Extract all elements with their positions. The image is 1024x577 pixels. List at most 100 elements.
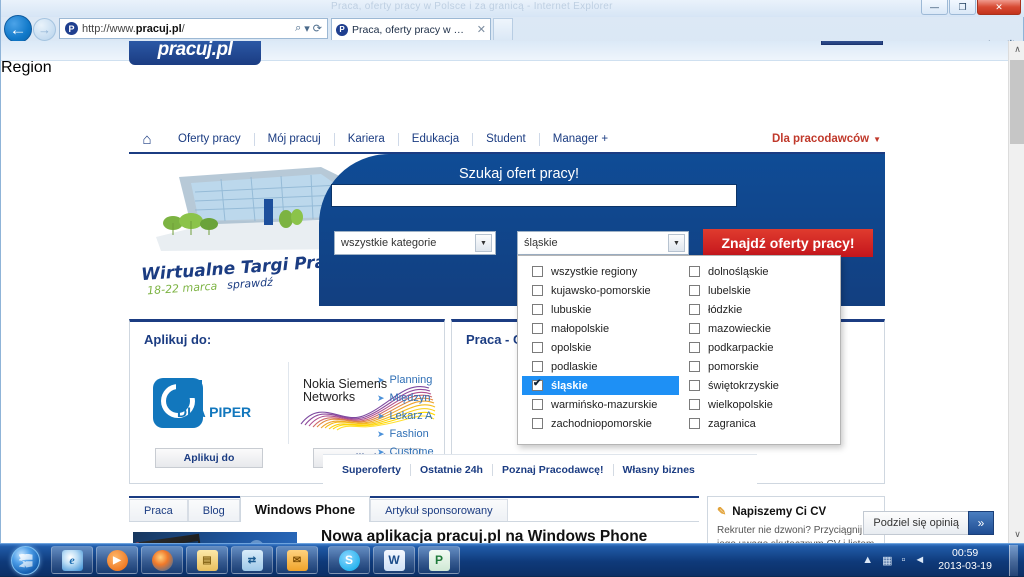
checkbox[interactable] [689, 399, 700, 410]
feedback-label[interactable]: Podziel się opinią [863, 511, 968, 535]
checkbox[interactable] [532, 323, 543, 334]
category-select[interactable]: wszystkie kategorie ▼ [334, 231, 496, 255]
feedback-expand-button[interactable]: » [968, 511, 994, 535]
employer-logo-dla-piper[interactable]: DLA PIPER [130, 358, 288, 448]
checkbox[interactable] [532, 342, 543, 353]
region-option-lubuskie[interactable]: lubuskie [522, 300, 679, 319]
link-wlasny-biznes[interactable]: Własny biznes [613, 464, 704, 476]
tab-artykul-sponsorowany[interactable]: Artykuł sponsorowany [370, 499, 508, 521]
nav-item-edukacja[interactable]: Edukacja [398, 133, 472, 146]
find-jobs-button[interactable]: Znajdź oferty pracy! [703, 229, 873, 257]
search-input[interactable] [331, 184, 737, 207]
refresh-icon[interactable]: ⟳ [313, 22, 322, 35]
checkbox[interactable] [532, 361, 543, 372]
taskbar-tool-window[interactable]: ⇄ [231, 546, 273, 574]
link-ostatnie-24h[interactable]: Ostatnie 24h [410, 464, 492, 476]
new-tab-button[interactable] [493, 18, 513, 40]
chevron-down-icon[interactable]: ▼ [475, 234, 492, 252]
show-desktop-button[interactable] [1009, 545, 1018, 576]
checkbox[interactable] [532, 285, 543, 296]
region-option-lodzkie[interactable]: łódzkie [679, 300, 836, 319]
nav-item-oferty-pracy[interactable]: Oferty pracy [165, 133, 254, 146]
checkbox[interactable] [689, 418, 700, 429]
region-option-wszystkie-regiony[interactable]: wszystkie regiony [522, 262, 679, 281]
apply-button-dla-piper[interactable]: Aplikuj do [155, 448, 263, 468]
scrollbar-thumb[interactable] [1010, 60, 1024, 144]
region-dropdown[interactable]: wszystkie regiony kujawsko-pomorskie lub… [517, 255, 841, 445]
maximize-button[interactable]: ❐ [949, 0, 976, 15]
checkbox[interactable] [689, 342, 700, 353]
forward-button[interactable]: → [33, 18, 56, 41]
taskbar-word[interactable]: W [373, 546, 415, 574]
region-option-opolskie[interactable]: opolskie [522, 338, 679, 357]
link-poznaj-pracodawce[interactable]: Poznaj Pracodawcę! [492, 464, 613, 476]
vertical-scrollbar[interactable]: ∧ ∨ [1008, 41, 1024, 543]
link-superoferty[interactable]: Superoferty [333, 464, 410, 476]
address-bar[interactable]: P http://www.pracuj.pl/ ⌕ ▾ ⟳ [59, 18, 328, 39]
minimize-button[interactable]: — [921, 0, 948, 15]
chevron-down-icon[interactable]: ▾ [304, 22, 310, 35]
close-button[interactable]: ✕ [977, 0, 1021, 15]
nav-item-student[interactable]: Student [472, 133, 539, 146]
fair-check-link[interactable]: sprawdź [227, 276, 274, 292]
show-hidden-icons-icon[interactable]: ▲ [862, 554, 873, 566]
checkbox-checked[interactable] [532, 380, 543, 391]
volume-icon[interactable]: ◄ [914, 554, 925, 566]
list-item[interactable]: ➤Międzyn [377, 389, 537, 407]
region-option-warminsko-mazurskie[interactable]: warmińsko-mazurskie [522, 395, 679, 414]
chevron-down-icon[interactable]: ▼ [668, 234, 685, 252]
browser-tab[interactable]: P Praca, oferty pracy w Polsc... ✕ [331, 18, 491, 40]
checkbox[interactable] [689, 361, 700, 372]
region-option-mazowieckie[interactable]: mazowieckie [679, 319, 836, 338]
region-option-pomorskie[interactable]: pomorskie [679, 357, 836, 376]
checkbox[interactable] [689, 380, 700, 391]
site-logo[interactable]: pracuj.pl [129, 41, 261, 65]
taskbar-firefox[interactable] [141, 546, 183, 574]
scroll-up-arrow-icon[interactable]: ∧ [1009, 41, 1024, 58]
list-item[interactable]: ➤Lekarz A [377, 407, 537, 425]
scroll-down-arrow-icon[interactable]: ∨ [1009, 526, 1024, 543]
back-button[interactable]: ← [4, 15, 32, 43]
checkbox[interactable] [532, 304, 543, 315]
list-item[interactable]: ➤Fashion [377, 425, 537, 443]
home-icon[interactable]: ⌂ [129, 131, 165, 148]
checkbox[interactable] [689, 266, 700, 277]
region-option-malopolskie[interactable]: małopolskie [522, 319, 679, 338]
network-icon[interactable]: ▦ [882, 554, 892, 567]
checkbox[interactable] [689, 323, 700, 334]
checkbox[interactable] [532, 399, 543, 410]
checkbox[interactable] [689, 304, 700, 315]
tab-praca[interactable]: Praca [129, 499, 188, 521]
nav-item-moj-pracuj[interactable]: Mój pracuj [254, 133, 334, 146]
taskbar-powerpoint[interactable]: P [418, 546, 460, 574]
taskbar-outlook[interactable]: ✉ [276, 546, 318, 574]
nav-item-manager[interactable]: Manager + [539, 133, 621, 146]
tab-blog[interactable]: Blog [188, 499, 240, 521]
checkbox[interactable] [689, 285, 700, 296]
checkbox[interactable] [532, 418, 543, 429]
region-option-slaskie[interactable]: śląskie [522, 376, 679, 395]
taskbar-windows-explorer[interactable]: ▤ [186, 546, 228, 574]
region-select[interactable]: śląskie ▼ [517, 231, 689, 255]
search-icon[interactable]: ⌕ [295, 22, 301, 35]
article-thumbnail[interactable] [133, 532, 297, 543]
region-option-wielkopolskie[interactable]: wielkopolskie [679, 395, 836, 414]
list-item[interactable]: ➤Planning [377, 371, 537, 389]
header-promo-button[interactable] [821, 41, 883, 45]
nav-item-kariera[interactable]: Kariera [334, 133, 398, 146]
taskbar-skype[interactable]: S [328, 546, 370, 574]
region-option-dolnoslaskie[interactable]: dolnośląskie [679, 262, 836, 281]
signal-icon[interactable]: ▫ [901, 554, 905, 566]
region-option-zachodniopomorskie[interactable]: zachodniopomorskie [522, 414, 679, 433]
region-option-podlaskie[interactable]: podlaskie [522, 357, 679, 376]
checkbox[interactable] [532, 266, 543, 277]
region-option-lubelskie[interactable]: lubelskie [679, 281, 836, 300]
region-option-zagranica[interactable]: zagranica [679, 414, 836, 433]
tab-close-icon[interactable]: ✕ [475, 23, 486, 36]
region-option-podkarpackie[interactable]: podkarpackie [679, 338, 836, 357]
taskbar-windows-media-player[interactable]: ▶ [96, 546, 138, 574]
region-option-swietokrzyskie[interactable]: świętokrzyskie [679, 376, 836, 395]
clock[interactable]: 00:59 2013-03-19 [934, 547, 996, 573]
tab-windows-phone[interactable]: Windows Phone [240, 496, 370, 522]
taskbar-internet-explorer[interactable]: e [51, 546, 93, 574]
